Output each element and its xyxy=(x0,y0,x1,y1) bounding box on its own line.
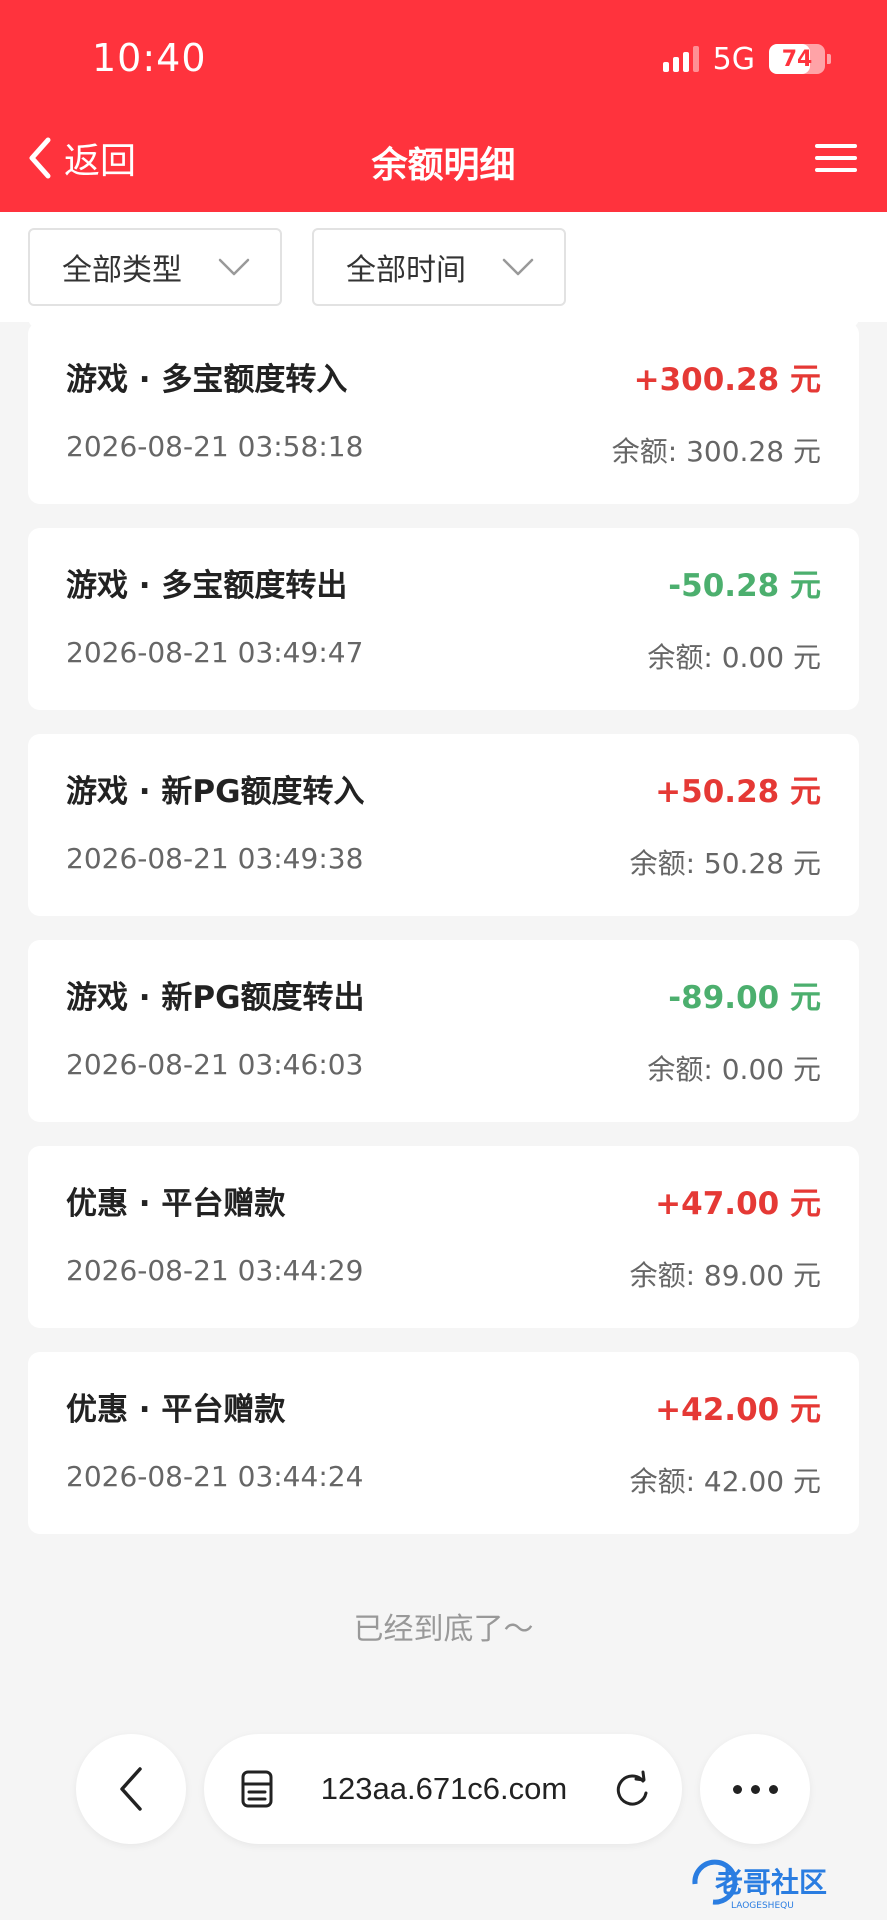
watermark-text: 老哥社区 xyxy=(715,1866,827,1899)
dot-icon xyxy=(750,1784,760,1794)
address-bar[interactable]: 123aa.671c6.com xyxy=(204,1734,682,1844)
battery-level: 74 xyxy=(781,46,813,72)
status-time: 10:40 xyxy=(92,36,207,80)
page-title: 余额明细 xyxy=(371,145,516,186)
record-title: 优惠 · 平台赠款 xyxy=(66,1186,286,1222)
record-balance: 余额: 50.28 元 xyxy=(629,847,821,880)
list-item[interactable]: 游戏 · 多宝额度转出 -50.28 元 2026-08-21 03:49:47… xyxy=(28,528,859,710)
record-amount: -89.00 元 xyxy=(668,980,821,1016)
record-amount: +50.28 元 xyxy=(655,774,821,810)
url-text: 123aa.671c6.com xyxy=(320,1771,568,1806)
record-title: 游戏 · 新PG额度转出 xyxy=(66,980,365,1016)
record-time: 2026-08-21 03:58:18 xyxy=(66,430,364,463)
status-indicators: 5G 74 xyxy=(662,40,831,78)
balance-record-list: 游戏 · 多宝额度转入 +300.28 元 2026-08-21 03:58:1… xyxy=(28,322,859,1558)
record-balance: 余额: 89.00 元 xyxy=(629,1259,821,1292)
page-menu-icon[interactable] xyxy=(240,1769,276,1809)
end-of-list-text: 已经到底了～ xyxy=(353,1612,534,1647)
chevron-down-icon xyxy=(218,258,250,276)
record-amount: +42.00 元 xyxy=(655,1392,821,1428)
network-type: 5G xyxy=(712,41,755,77)
record-balance: 余额: 42.00 元 xyxy=(629,1465,821,1498)
record-time: 2026-08-21 03:44:24 xyxy=(66,1460,364,1493)
signal-icon xyxy=(662,46,699,72)
record-time: 2026-08-21 03:46:03 xyxy=(66,1048,364,1081)
app-header: 10:40 5G 74 返回 余额明细 xyxy=(0,0,887,212)
time-filter-label: 全部时间 xyxy=(346,253,466,288)
battery-icon: 74 xyxy=(769,44,831,74)
time-filter-dropdown[interactable]: 全部时间 xyxy=(312,228,566,306)
watermark-logo: 老哥社区 LAOGESHEQU xyxy=(673,1854,873,1914)
record-title: 游戏 · 新PG额度转入 xyxy=(66,774,365,810)
record-title: 游戏 · 多宝额度转入 xyxy=(66,362,348,398)
record-amount: +47.00 元 xyxy=(655,1186,821,1222)
record-title: 游戏 · 多宝额度转出 xyxy=(66,568,348,604)
browser-back-button[interactable] xyxy=(76,1734,186,1844)
list-item[interactable]: 优惠 · 平台赠款 +42.00 元 2026-08-21 03:44:24 余… xyxy=(28,1352,859,1534)
chevron-left-icon xyxy=(120,1767,142,1811)
browser-toolbar: 123aa.671c6.com xyxy=(0,1730,887,1850)
watermark-logo-image: 老哥社区 LAOGESHEQU xyxy=(692,1859,827,1911)
record-time: 2026-08-21 03:49:47 xyxy=(66,636,364,669)
record-balance: 余额: 0.00 元 xyxy=(647,641,821,674)
filter-bar: 全部类型 全部时间 xyxy=(0,212,887,322)
record-balance: 余额: 0.00 元 xyxy=(647,1053,821,1086)
type-filter-label: 全部类型 xyxy=(62,253,182,288)
record-time: 2026-08-21 03:44:29 xyxy=(66,1254,364,1287)
more-options-button[interactable] xyxy=(700,1734,810,1844)
menu-icon[interactable] xyxy=(815,144,857,176)
dot-icon xyxy=(768,1784,778,1794)
reload-icon[interactable] xyxy=(612,1769,652,1809)
record-time: 2026-08-21 03:49:38 xyxy=(66,842,364,875)
watermark-subtext: LAOGESHEQU xyxy=(731,1901,794,1911)
list-item[interactable]: 优惠 · 平台赠款 +47.00 元 2026-08-21 03:44:29 余… xyxy=(28,1146,859,1328)
record-title: 优惠 · 平台赠款 xyxy=(66,1392,286,1428)
dot-icon xyxy=(732,1784,742,1794)
record-amount: -50.28 元 xyxy=(668,568,821,604)
record-balance: 余额: 300.28 元 xyxy=(611,435,821,468)
record-amount: +300.28 元 xyxy=(633,362,821,398)
type-filter-dropdown[interactable]: 全部类型 xyxy=(28,228,282,306)
list-item[interactable]: 游戏 · 多宝额度转入 +300.28 元 2026-08-21 03:58:1… xyxy=(28,322,859,504)
chevron-down-icon xyxy=(502,258,534,276)
list-item[interactable]: 游戏 · 新PG额度转入 +50.28 元 2026-08-21 03:49:3… xyxy=(28,734,859,916)
list-item[interactable]: 游戏 · 新PG额度转出 -89.00 元 2026-08-21 03:46:0… xyxy=(28,940,859,1122)
